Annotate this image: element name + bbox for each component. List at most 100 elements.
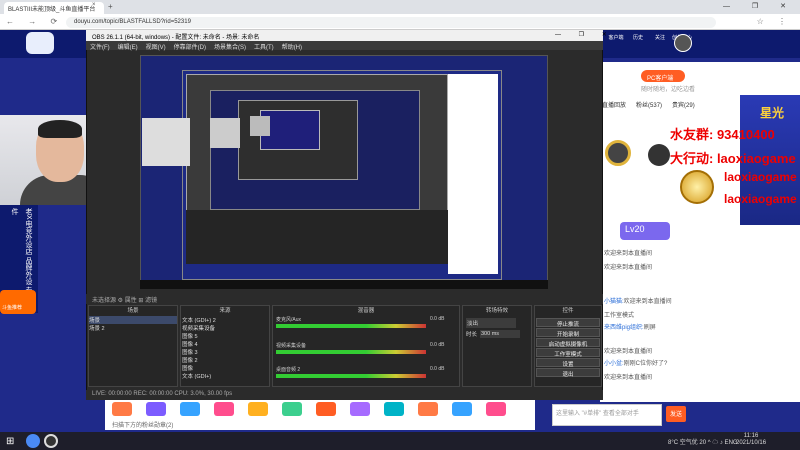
start-recording-button[interactable]: 开始录制: [536, 328, 600, 338]
recursive-capture: [186, 210, 448, 264]
system-tray[interactable]: 8°C 空气优 20 ^ ☁ ♪ ENG: [668, 437, 738, 446]
douyu-logo[interactable]: [26, 32, 54, 54]
duration-input[interactable]: 300 ms: [480, 330, 520, 338]
browser-tab[interactable]: BLASTIII未能顶级_斗鱼直播平台: [4, 2, 104, 14]
chat-message: 欢迎来到本直播间: [604, 372, 652, 381]
chat-message: 工作室模式: [604, 310, 634, 319]
gift-icon[interactable]: [112, 402, 132, 416]
new-tab-button[interactable]: +: [108, 2, 113, 11]
source-item[interactable]: 图像: [182, 364, 193, 372]
window-controls[interactable]: — ❐ ✕: [723, 2, 796, 10]
clock-date: 2021/10/16: [736, 440, 767, 446]
source-toolbar[interactable]: 未选择源 ⚙ 属性 ⊞ 滤镜: [86, 294, 603, 304]
exit-button[interactable]: 退出: [536, 368, 600, 378]
gift-icon[interactable]: [146, 402, 166, 416]
header-nav-history[interactable]: 历史: [627, 34, 649, 41]
chat-text: 欢迎来到本直播间: [623, 299, 672, 305]
chat-user[interactable]: 小小盆:: [604, 361, 624, 367]
chat-text: 刷屏: [643, 325, 656, 331]
rank-avatar[interactable]: [605, 140, 631, 166]
volume-meter[interactable]: [276, 324, 426, 328]
gift-icon[interactable]: [214, 402, 234, 416]
windows-start-icon[interactable]: ⊞: [6, 436, 14, 447]
browser-tab-bar: [0, 0, 800, 14]
source-item[interactable]: 图像 5: [182, 332, 198, 340]
chat-user[interactable]: 来西维pig组织:: [604, 325, 644, 331]
mixer-channel-name: 视频采集设备: [276, 343, 307, 349]
gift-icon[interactable]: [486, 402, 506, 416]
send-button[interactable]: 发送: [666, 406, 686, 422]
douyu-recommend-badge[interactable]: 斗鱼推荐: [0, 290, 36, 314]
menu-help[interactable]: 帮助(H): [282, 45, 302, 51]
transitions-header: 转场特效: [485, 308, 508, 314]
gift-icon[interactable]: [282, 402, 302, 416]
obs-icon[interactable]: [44, 434, 58, 448]
gift-icon[interactable]: [248, 402, 268, 416]
chat-message: 欢迎来到本直播间: [604, 248, 652, 257]
virtual-camera-button[interactable]: 启动虚拟摄像机: [536, 338, 600, 348]
tab-vip[interactable]: 贵宾(29): [672, 103, 695, 109]
streamer-hair: [38, 120, 82, 138]
scene-item[interactable]: 场景: [89, 316, 177, 324]
preview-webcam: [142, 118, 190, 166]
gold-medal-icon: [680, 170, 714, 204]
transition-select[interactable]: 淡出: [466, 318, 516, 328]
chat-text: 欢迎来到本直播间: [604, 375, 653, 381]
menu-file[interactable]: 文件(F): [90, 45, 110, 51]
gift-icon[interactable]: [350, 402, 370, 416]
gift-icon[interactable]: [452, 402, 472, 416]
chat-message: 欢迎来到本直播间: [604, 262, 652, 271]
gift-icon[interactable]: [316, 402, 336, 416]
settings-button[interactable]: 设置: [536, 358, 600, 368]
studio-mode-button[interactable]: 工作室模式: [536, 348, 600, 358]
preview-taskbar: [140, 280, 548, 289]
chat-text: 工作室模式: [604, 313, 635, 319]
chat-message: 小小盆:刚刚C位你好了?: [604, 358, 667, 367]
pc-client-subtitle: 随时随地，边吃边看: [641, 87, 696, 93]
source-item[interactable]: 图像 4: [182, 340, 198, 348]
sources-header: 来源: [219, 308, 231, 314]
menu-scene-collection[interactable]: 场景集合(S): [214, 45, 246, 51]
pc-client-button[interactable]: PC客户端: [641, 70, 685, 82]
nav-buttons[interactable]: ← → ⟳: [6, 17, 63, 26]
chat-message: 来西维pig组织:刷屏: [604, 322, 656, 331]
chat-text: 欢迎来到本直播间: [604, 251, 653, 257]
source-item[interactable]: 文本 (GDI+): [182, 372, 211, 380]
tab-replay[interactable]: 直播回放: [602, 103, 626, 109]
preview-webcam: [250, 116, 270, 136]
menu-tools[interactable]: 工具(T): [254, 45, 274, 51]
chrome-icon[interactable]: [26, 434, 40, 448]
overlay-text: laoxiaogame: [724, 170, 797, 184]
stop-streaming-button[interactable]: 停止推流: [536, 318, 600, 328]
header-nav-follow[interactable]: 关注: [649, 34, 671, 41]
rank-avatar[interactable]: [648, 144, 670, 166]
volume-meter[interactable]: [276, 350, 426, 354]
obs-window-controls[interactable]: — ❐ ✕: [555, 31, 615, 38]
chat-text: 欢迎来到本直播间: [604, 349, 653, 355]
gift-icon[interactable]: [384, 402, 404, 416]
chat-user[interactable]: 小猫猫:: [604, 299, 624, 305]
volume-meter[interactable]: [276, 374, 426, 378]
chat-message: 小猫猫:欢迎来到本直播间: [604, 296, 672, 305]
tab-fans[interactable]: 粉丝(537): [636, 103, 662, 109]
tab-close-icon[interactable]: ×: [92, 2, 96, 8]
menu-edit[interactable]: 编辑(E): [118, 45, 138, 51]
chat-input[interactable]: 这里输入 "#单排" 查看全部对手: [552, 404, 662, 426]
browser-toolbar-icons[interactable]: ☆ ⋮: [757, 17, 792, 26]
gift-icon[interactable]: [418, 402, 438, 416]
scene-item[interactable]: 场景 2: [89, 324, 177, 332]
menu-docks[interactable]: 停靠部件(D): [174, 45, 206, 51]
recursive-capture: [448, 74, 498, 274]
chat-message: 欢迎来到本直播间: [604, 346, 652, 355]
source-item[interactable]: 文本 (GDI+) 2: [182, 316, 216, 324]
source-item[interactable]: 视频采集设备: [182, 324, 215, 332]
source-item[interactable]: 图像 3: [182, 348, 198, 356]
clock[interactable]: 11:16 2021/10/16: [736, 433, 766, 447]
gift-icon[interactable]: [180, 402, 200, 416]
avatar[interactable]: [674, 34, 692, 52]
url-input[interactable]: douyu.com/topic/BLASTFALLSD?rid=52319: [66, 17, 716, 28]
source-item[interactable]: 图像 2: [182, 356, 198, 364]
fan-badge-label: 扫描下方的粉丝勋章(2): [112, 423, 174, 429]
mixer-header: 混音器: [357, 308, 375, 314]
menu-view[interactable]: 视图(V): [146, 45, 166, 51]
